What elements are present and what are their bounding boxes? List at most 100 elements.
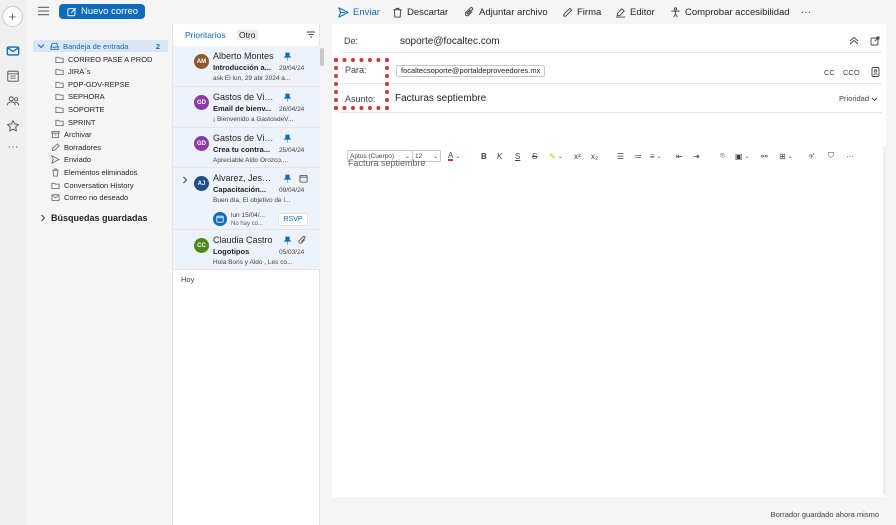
editor-scrollbar[interactable] [883,147,886,495]
saved-searches-label: Búsquedas guardadas [51,213,148,223]
address-book-icon[interactable] [871,67,880,77]
collapse-chevron-icon[interactable] [849,37,859,45]
discard-label: Descartar [407,6,449,18]
folder-label: JIRA´s [68,67,91,77]
folder-item[interactable]: Borradores3 [51,141,192,153]
bcc-button[interactable]: CCO [843,68,860,77]
tab-focused[interactable]: Prioritarios [185,30,226,40]
message-sender: Gastos de Viaje [213,92,275,102]
to-field[interactable]: focaltecsoporte@portaldeproveedores.mx [394,62,814,80]
hamburger-menu-icon[interactable] [38,6,49,16]
drafts-icon [51,143,64,152]
message-subject: Crea tu contra... [213,145,271,154]
message-preview: ask El lun, 29 abr 2024 a... [213,75,291,82]
tab-other[interactable]: Otro [237,30,258,40]
junk-icon [51,193,64,202]
message-list: Prioritarios Otro AM Alberto Montes Introd… [172,24,324,525]
message-subject: Email de bienv... [213,104,272,113]
folder-label: Correo no deseado [64,193,129,203]
folder-label: Archivar [64,130,92,140]
pin-icon[interactable] [283,134,292,143]
list-item[interactable]: GD Gastos de Viaje Email de bienv... 26/04/… [173,87,320,128]
star-icon[interactable] [6,119,20,133]
highlight-annotation [334,58,389,110]
pin-icon[interactable] [283,52,292,61]
signature-label: Firma [577,6,602,18]
message-sender: Gastos de Viaje [213,133,275,143]
folder-label: CORREO PASE A PROD [68,54,153,64]
list-item[interactable]: AJ Alvarez, Jessica Capacitación... 09/04/2… [173,168,320,230]
folder-item[interactable]: Conversation History [51,179,192,191]
list-item[interactable]: AM Alberto Montes Introducción a... 29/04/2… [173,46,320,87]
inbox-folder[interactable]: Bandeja de entrada 2 [33,40,168,52]
folder-label: PDP-GDV-REPSE [68,79,130,89]
draft-saved-status: Borrador guardado ahora mismo [770,510,879,519]
send-button[interactable]: Enviar [338,4,380,20]
message-date: 29/04/24 [279,65,305,72]
list-item[interactable]: CC Claudia Castro Logotipos 05/03/24 Hola Bo… [173,230,320,270]
trash-icon [51,168,64,177]
folder-item[interactable]: Correo no deseado [51,192,192,204]
avatar: GD [194,95,209,110]
folder-icon [55,105,68,114]
priority-dropdown[interactable]: Prioridad [839,94,878,103]
add-app-button[interactable]: + [2,6,23,27]
trash-icon [393,7,402,18]
avatar-initials: AJ [197,180,206,187]
attach-file-label: Adjuntar archivo [479,6,548,18]
discard-button[interactable]: Descartar [392,4,448,20]
chevron-down-icon [871,96,878,102]
folder-item[interactable]: Enviado [51,154,192,166]
inbox-icon [50,42,59,51]
pin-icon[interactable] [283,236,292,245]
signature-button[interactable]: Firma [562,4,601,20]
avatar: AM [194,54,209,69]
priority-label: Prioridad [839,94,870,103]
from-value[interactable]: soporte@focaltec.com [400,36,500,47]
more-options-button[interactable]: ··· [801,4,811,20]
editor-button[interactable]: Editor [615,4,655,20]
folder-pane: Bandeja de entrada 2 CORREO PASE A PROD J… [27,24,186,525]
avatar-initials: AM [196,58,207,65]
list-item[interactable]: GD Gastos de Viaje Crea tu contra... 25/04/… [173,128,320,168]
message-date: 05/03/24 [279,249,305,256]
calendar-icon[interactable] [6,69,20,83]
pin-icon[interactable] [283,174,292,183]
message-sender: Claudia Castro [213,235,273,245]
attach-file-button[interactable]: Adjuntar archivo [464,4,548,20]
message-date: 25/04/24 [279,147,305,154]
cc-button[interactable]: CC [824,68,835,77]
toolbar: Nuevo correo Enviar Descartar Adjuntar a… [27,0,896,24]
pin-icon[interactable] [283,93,292,102]
chevron-down-icon[interactable] [37,42,45,50]
mail-icon[interactable] [6,44,20,58]
avatar-initials: CC [197,242,206,249]
more-apps-icon[interactable]: ··· [6,142,20,153]
list-scrollbar[interactable] [320,48,324,66]
accessibility-check-button[interactable]: Comprobar accesibilidad [670,4,790,20]
avatar-initials: GD [197,99,206,106]
sent-icon [51,155,64,165]
folder-icon [55,67,68,76]
avatar: GD [194,136,209,151]
subject-input[interactable]: Facturas septiembre [395,93,486,104]
people-icon[interactable] [6,94,20,108]
message-preview: Apreciable Aldo Orozco,... [213,157,289,164]
new-mail-button[interactable]: Nuevo correo [59,4,145,19]
expand-thread-icon[interactable] [182,176,188,184]
message-date: 26/04/24 [279,106,305,113]
accessibility-icon [671,6,680,17]
recipient-chip[interactable]: focaltecsoporte@portaldeproveedores.mx [396,65,546,77]
rsvp-button[interactable]: RSVP [278,213,308,226]
compose-pane: De: soporte@focaltec.com Para: focaltecs… [332,24,886,525]
popout-icon[interactable] [870,36,880,46]
folder-item[interactable]: Archivar [51,129,192,141]
folder-item[interactable]: Elementos eliminados [51,166,192,178]
filter-icon[interactable] [307,31,315,38]
message-sender: Alberto Montes [213,51,274,61]
saved-searches-header[interactable]: Búsquedas guardadas [40,212,170,224]
folder-icon [55,80,68,89]
message-body[interactable]: Factura septiembre [340,145,886,495]
inbox-label: Bandeja de entrada [63,41,129,51]
divider [340,112,882,113]
